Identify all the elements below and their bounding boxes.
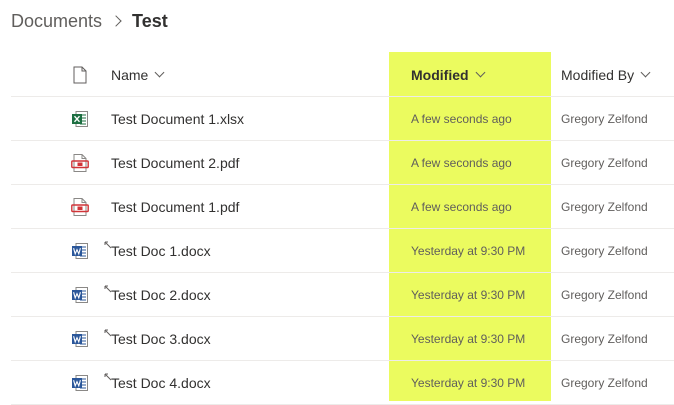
name-column-header[interactable]: Name	[111, 53, 165, 96]
file-name-link[interactable]: Test Document 1.xlsx	[111, 111, 244, 127]
pdf-file-icon	[68, 141, 92, 184]
modified-by-user: Gregory Zelfond	[561, 331, 648, 346]
document-icon	[73, 66, 87, 83]
modified-column-label: Modified	[411, 66, 469, 83]
modified-by-column-label: Modified By	[561, 66, 635, 83]
word-file-icon	[68, 317, 92, 360]
modified-by-user: Gregory Zelfond	[561, 111, 648, 126]
modified-date: A few seconds ago	[411, 199, 512, 214]
file-type-column-header[interactable]	[68, 53, 92, 96]
file-name-link[interactable]: Test Doc 2.docx	[111, 287, 211, 303]
modified-date: A few seconds ago	[411, 111, 512, 126]
table-row[interactable]: Test Document 2.pdf A few seconds ago Greg…	[11, 141, 674, 185]
file-name-link[interactable]: Test Doc 3.docx	[111, 331, 211, 347]
word-file-icon	[68, 273, 92, 316]
word-file-icon	[68, 361, 92, 404]
modified-by-user: Gregory Zelfond	[561, 243, 648, 258]
column-header-row: Name Modified Modified By	[11, 53, 674, 97]
modified-by-user: Gregory Zelfond	[561, 199, 648, 214]
modified-date: Yesterday at 9:30 PM	[411, 331, 526, 346]
modified-date: Yesterday at 9:30 PM	[411, 243, 526, 258]
file-list: Name Modified Modified By Test Document …	[11, 53, 674, 405]
file-name-link[interactable]: Test Doc 1.docx	[111, 243, 211, 259]
table-row[interactable]: Test Doc 1.docx Yesterday at 9:30 PM Grego…	[11, 229, 674, 273]
file-name-link[interactable]: Test Document 2.pdf	[111, 155, 239, 171]
table-row[interactable]: Test Doc 3.docx Yesterday at 9:30 PM Grego…	[11, 317, 674, 361]
chevron-down-icon	[640, 67, 651, 78]
chevron-down-icon	[475, 67, 485, 78]
table-row[interactable]: Test Document 1.pdf A few seconds ago Greg…	[11, 185, 674, 229]
word-file-icon	[68, 229, 92, 272]
modified-by-column-header[interactable]: Modified By	[561, 53, 651, 96]
name-column-label: Name	[111, 66, 149, 83]
pdf-file-icon	[68, 185, 92, 228]
table-row[interactable]: Test Doc 2.docx Yesterday at 9:30 PM Grego…	[11, 273, 674, 317]
table-row[interactable]: Test Doc 4.docx Yesterday at 9:30 PM Grego…	[11, 361, 674, 405]
chevron-down-icon	[154, 67, 165, 78]
modified-by-user: Gregory Zelfond	[561, 375, 648, 390]
modified-by-user: Gregory Zelfond	[561, 287, 648, 302]
breadcrumb-current-folder: Test	[132, 10, 168, 31]
file-name-link[interactable]: Test Doc 4.docx	[111, 375, 211, 391]
breadcrumb: Documents Test	[11, 8, 168, 34]
chevron-right-icon	[110, 15, 122, 27]
modified-column-header[interactable]: Modified	[411, 53, 485, 96]
modified-by-user: Gregory Zelfond	[561, 155, 648, 170]
modified-date: Yesterday at 9:30 PM	[411, 375, 526, 390]
table-row[interactable]: Test Document 1.xlsx A few seconds ago Gre…	[11, 97, 674, 141]
breadcrumb-documents-link[interactable]: Documents	[11, 11, 102, 32]
file-name-link[interactable]: Test Document 1.pdf	[111, 199, 239, 215]
excel-file-icon	[68, 97, 92, 140]
modified-date: Yesterday at 9:30 PM	[411, 287, 526, 302]
modified-date: A few seconds ago	[411, 155, 512, 170]
